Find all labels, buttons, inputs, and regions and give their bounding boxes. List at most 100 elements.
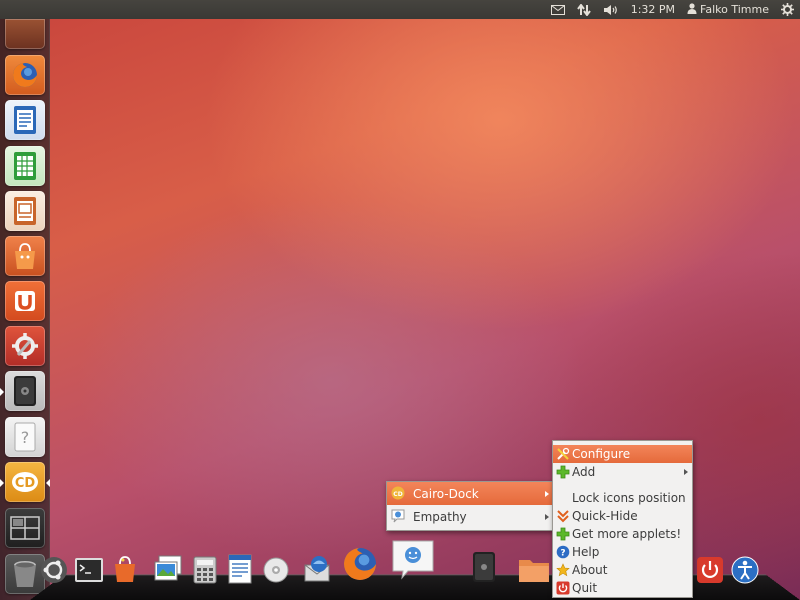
- shopping-bag-icon: [11, 241, 39, 271]
- menu-item-label: Lock icons position: [572, 491, 686, 505]
- launcher-focused-indicator: [46, 479, 50, 487]
- mail-client-icon: [301, 555, 333, 583]
- launcher-item-cairo-dock[interactable]: CD: [5, 462, 45, 502]
- submenu-arrow-icon: [545, 514, 549, 520]
- dock-item-safe[interactable]: [470, 550, 498, 584]
- menu-item-get-more-applets[interactable]: Get more applets!: [553, 525, 692, 543]
- launcher-item-software-center[interactable]: [5, 236, 45, 276]
- dock-item-shopping-bag[interactable]: [110, 554, 140, 584]
- calc-icon: [11, 150, 39, 182]
- menu-item-configure[interactable]: Configure: [553, 445, 692, 463]
- menu-item-label: Empathy: [413, 510, 467, 524]
- menu-item-empathy[interactable]: Empathy: [387, 505, 553, 528]
- launcher-running-indicator: [0, 479, 4, 487]
- menu-item-quit[interactable]: Quit: [553, 579, 692, 597]
- terminal-icon: [74, 557, 104, 583]
- accessibility-icon: [730, 555, 760, 585]
- impress-icon: [11, 195, 39, 227]
- dock-item-image-viewer[interactable]: [152, 554, 184, 584]
- svg-text:?: ?: [21, 428, 30, 447]
- unity-launcher: ? CD: [0, 19, 50, 600]
- launcher-item-ubuntu-one[interactable]: [5, 281, 45, 321]
- cairo-dock-icon: CD: [10, 470, 40, 494]
- dock-item-accessibility[interactable]: [730, 555, 760, 585]
- dock-item-mail[interactable]: [300, 554, 334, 584]
- user-menu[interactable]: Falko Timme: [687, 0, 769, 19]
- dock-item-calculator[interactable]: [192, 556, 218, 584]
- launcher-item-partial[interactable]: [5, 19, 45, 49]
- configure-icon: [556, 447, 570, 461]
- launcher-item-calc[interactable]: [5, 146, 45, 186]
- power-gear-icon[interactable]: [781, 0, 794, 19]
- launcher-item-safe[interactable]: [5, 371, 45, 411]
- menu-item-label: About: [572, 563, 607, 577]
- dock-context-menu: CD Cairo-Dock Empathy: [386, 481, 554, 531]
- cairo-dock-menu: Configure Add Lock icons position Quick-…: [552, 440, 693, 598]
- shopping-bag-icon: [111, 554, 139, 584]
- dock-item-power[interactable]: [696, 556, 724, 584]
- text-editor-icon: [227, 554, 253, 584]
- menu-item-label: Get more applets!: [572, 527, 681, 541]
- dock-item-firefox[interactable]: [340, 544, 380, 584]
- quick-hide-icon: [556, 509, 570, 523]
- question-icon: ?: [12, 421, 38, 453]
- menu-item-label: Cairo-Dock: [413, 487, 479, 501]
- menu-item-lock-icons[interactable]: Lock icons position: [553, 489, 692, 507]
- dock-item-cd[interactable]: [262, 556, 290, 584]
- ubuntu-one-icon: [11, 287, 39, 315]
- empathy-icon: [390, 538, 436, 580]
- launcher-item-workspace-switcher[interactable]: [5, 508, 45, 548]
- about-icon: [556, 563, 570, 577]
- dock-item-folder[interactable]: [518, 556, 550, 584]
- launcher-item-writer[interactable]: [5, 100, 45, 140]
- menu-item-help[interactable]: ? Help: [553, 543, 692, 561]
- volume-icon[interactable]: [603, 0, 619, 19]
- menu-item-label: Add: [572, 465, 595, 479]
- launcher-item-system-settings[interactable]: [5, 326, 45, 366]
- svg-text:?: ?: [560, 549, 565, 559]
- ubuntu-logo-icon: [40, 556, 68, 584]
- menu-item-about[interactable]: About: [553, 561, 692, 579]
- submenu-arrow-icon: [545, 491, 549, 497]
- dock-item-ubuntu[interactable]: [40, 556, 68, 584]
- calculator-icon: [193, 556, 217, 584]
- svg-text:CD: CD: [15, 476, 36, 491]
- workspace-switcher-icon: [10, 516, 40, 540]
- clock[interactable]: 1:32 PM: [631, 0, 675, 19]
- submenu-arrow-icon: [684, 469, 688, 475]
- menu-item-label: Quit: [572, 581, 597, 595]
- dock-item-empathy[interactable]: [390, 538, 436, 580]
- svg-text:CD: CD: [393, 491, 402, 498]
- firefox-icon: [10, 60, 40, 90]
- launcher-running-indicator: [0, 388, 4, 396]
- power-icon: [696, 556, 724, 584]
- dock-item-terminal[interactable]: [74, 556, 104, 584]
- safe-icon: [471, 551, 497, 583]
- mail-icon[interactable]: [551, 0, 565, 19]
- launcher-item-firefox[interactable]: [5, 55, 45, 95]
- menu-item-quick-hide[interactable]: Quick-Hide: [553, 507, 692, 525]
- launcher-item-impress[interactable]: [5, 191, 45, 231]
- image-viewer-icon: [153, 555, 183, 583]
- cd-icon: [262, 556, 290, 584]
- firefox-icon: [340, 544, 380, 584]
- add-icon: [556, 465, 570, 479]
- writer-icon: [11, 104, 39, 136]
- top-panel: 1:32 PM Falko Timme: [0, 0, 800, 19]
- network-icon[interactable]: [577, 0, 591, 19]
- help-icon: ?: [556, 545, 570, 559]
- launcher-item-unknown[interactable]: ?: [5, 417, 45, 457]
- trash-icon: [11, 559, 39, 589]
- clock-time: 1:32 PM: [631, 3, 675, 16]
- menu-item-add[interactable]: Add: [553, 463, 692, 481]
- launcher-item-trash[interactable]: [5, 554, 45, 594]
- folder-icon: [518, 557, 550, 583]
- empathy-icon: [391, 509, 405, 523]
- dock-item-text-editor[interactable]: [226, 554, 254, 584]
- menu-item-label: Quick-Hide: [572, 509, 638, 523]
- menu-item-label: Configure: [572, 447, 630, 461]
- settings-icon: [10, 331, 40, 361]
- quit-icon: [556, 581, 570, 595]
- menu-separator: [553, 481, 692, 489]
- menu-item-cairo-dock[interactable]: CD Cairo-Dock: [387, 482, 553, 505]
